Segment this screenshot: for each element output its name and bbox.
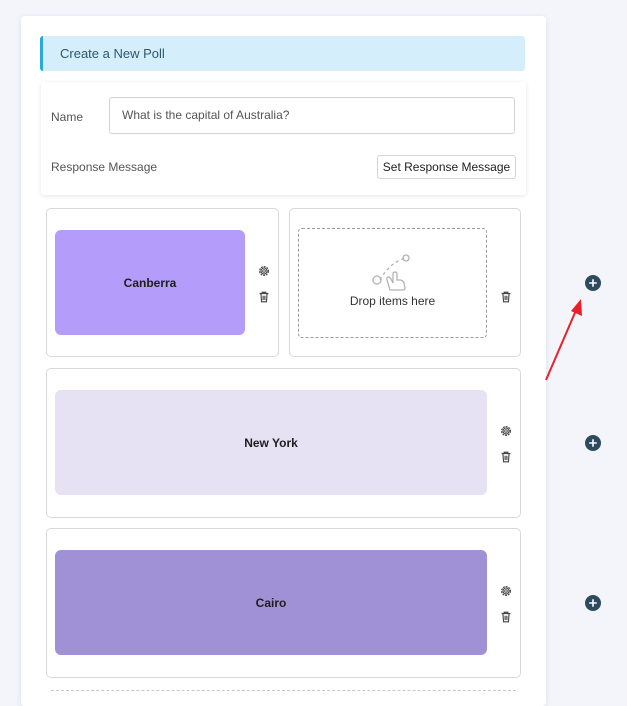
annotation-arrow-icon [545, 299, 582, 381]
gear-icon[interactable] [499, 584, 513, 598]
name-label: Name [51, 110, 84, 124]
option-tile-new-york[interactable]: New York [55, 390, 487, 495]
trash-icon[interactable] [257, 290, 271, 304]
response-message-label: Response Message [51, 160, 158, 174]
option-tile-cairo[interactable]: Cairo [55, 550, 487, 655]
name-input[interactable]: What is the capital of Australia? [109, 97, 515, 134]
plus-circle-icon[interactable] [585, 435, 601, 451]
set-response-message-button[interactable]: Set Response Message [377, 155, 516, 179]
gear-icon[interactable] [257, 264, 271, 278]
option-tile-canberra[interactable]: Canberra [55, 230, 245, 335]
plus-circle-icon[interactable] [585, 595, 601, 611]
option-label: Canberra [123, 275, 177, 290]
drag-hand-icon [370, 252, 414, 292]
gear-icon[interactable] [499, 424, 513, 438]
trash-icon[interactable] [499, 610, 513, 624]
page-title: Create a New Poll [40, 36, 525, 71]
option-label: New York [244, 435, 298, 450]
trash-icon[interactable] [499, 450, 513, 464]
trash-icon[interactable] [499, 290, 513, 304]
drop-zone-label: Drop items here [349, 294, 436, 308]
option-label: Cairo [255, 595, 287, 610]
next-drop-zone-edge [51, 690, 516, 691]
plus-circle-icon[interactable] [585, 275, 601, 291]
